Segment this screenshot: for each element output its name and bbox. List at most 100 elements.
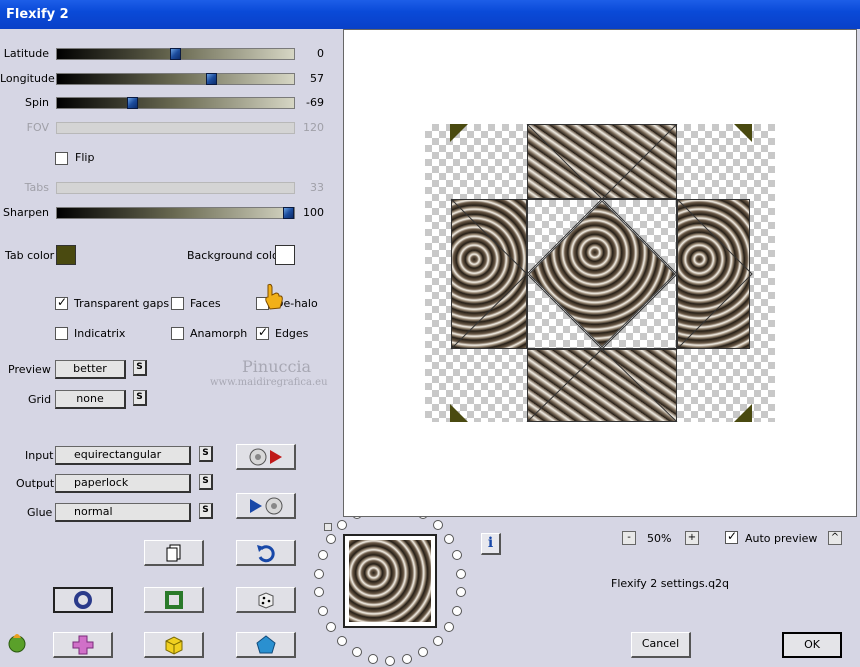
zoom-in-button[interactable]: +: [685, 531, 699, 545]
expand-button[interactable]: ^: [828, 531, 842, 545]
tab-corner-bl: [450, 404, 468, 422]
preset-dot[interactable]: [337, 636, 347, 646]
slider-label-fov: FOV: [26, 121, 49, 134]
preset-dot[interactable]: [318, 550, 328, 560]
indicatrix-checkbox[interactable]: [55, 327, 68, 340]
preset-dot[interactable]: [368, 654, 378, 664]
cross-mode-button[interactable]: [53, 632, 113, 658]
preset-dot[interactable]: [456, 569, 466, 579]
title-bar: Flexify 2: [0, 0, 860, 29]
preset-dot[interactable]: [444, 534, 454, 544]
flip-checkbox[interactable]: [55, 152, 68, 165]
preset-dot[interactable]: [452, 606, 462, 616]
background-color-swatch[interactable]: [275, 245, 295, 265]
pentagon-mode-button[interactable]: [236, 632, 296, 658]
wheel-handle[interactable]: [324, 523, 332, 531]
output-select[interactable]: paperlock: [55, 474, 191, 493]
sphere-mode-button[interactable]: [53, 587, 113, 613]
slider-tabs: [56, 182, 295, 194]
slider-thumb-longitude[interactable]: [206, 73, 217, 85]
grid-select[interactable]: none: [55, 390, 126, 409]
indicatrix-label: Indicatrix: [74, 327, 126, 340]
slider-value-tabs: 33: [310, 181, 324, 194]
tab-corner-tl: [450, 124, 468, 142]
save-preset-button[interactable]: [236, 493, 296, 519]
cross-icon: [72, 635, 93, 654]
slider-label-spin: Spin: [25, 96, 49, 109]
frame-mode-button[interactable]: [144, 587, 204, 613]
preset-dot[interactable]: [326, 534, 336, 544]
ok-button[interactable]: OK: [782, 632, 842, 658]
slider-thumb-sharpen[interactable]: [283, 207, 294, 219]
preset-dot[interactable]: [456, 587, 466, 597]
slider-longitude[interactable]: [56, 73, 295, 85]
cube-mode-button[interactable]: [144, 632, 204, 658]
preset-dot[interactable]: [314, 569, 324, 579]
watermark-name: Pinuccia: [242, 357, 312, 376]
plugin-logo-icon: [8, 634, 26, 653]
input-select[interactable]: equirectangular: [55, 446, 191, 465]
cancel-button[interactable]: Cancel: [631, 632, 691, 658]
preset-dot[interactable]: [402, 654, 412, 664]
input-s-button[interactable]: S: [199, 446, 213, 462]
preset-thumbnail[interactable]: [343, 534, 437, 628]
preset-dot[interactable]: [433, 636, 443, 646]
transparent-gaps-checkbox[interactable]: [55, 295, 68, 310]
preset-dot[interactable]: [444, 622, 454, 632]
preset-dot[interactable]: [318, 606, 328, 616]
load-preset-button[interactable]: [236, 444, 296, 470]
slider-thumb-spin[interactable]: [127, 97, 138, 109]
ring-icon: [74, 591, 92, 609]
zoom-out-button[interactable]: -: [622, 531, 636, 545]
preset-dot[interactable]: [352, 647, 362, 657]
preview-select[interactable]: better: [55, 360, 126, 379]
preview-canvas[interactable]: [343, 29, 857, 517]
square-frame-icon: [164, 590, 183, 609]
glue-select[interactable]: normal: [55, 503, 191, 522]
preset-dot[interactable]: [418, 647, 428, 657]
slider-label-latitude: Latitude: [3, 47, 49, 60]
slider-thumb-latitude[interactable]: [170, 48, 181, 60]
transparent-gaps-label: Transparent gaps: [74, 297, 170, 310]
flip-label: Flip: [75, 151, 95, 164]
tab-color-label: Tab color: [5, 249, 55, 262]
faces-checkbox[interactable]: [171, 297, 184, 310]
preview-s-button[interactable]: S: [133, 360, 147, 376]
undo-button[interactable]: [236, 540, 296, 566]
edges-label: Edges: [275, 327, 309, 340]
anamorph-checkbox[interactable]: [171, 327, 184, 340]
glue-label: Glue: [27, 506, 53, 519]
glue-s-button[interactable]: S: [199, 503, 213, 519]
anamorph-label: Anamorph: [190, 327, 248, 340]
preset-dot[interactable]: [385, 656, 395, 666]
hand-pointer-icon: [265, 283, 283, 310]
randomize-button[interactable]: [236, 587, 296, 613]
output-s-button[interactable]: S: [199, 474, 213, 490]
copy-button[interactable]: [144, 540, 204, 566]
slider-value-longitude: 57: [310, 72, 324, 85]
thumbnail-image: [349, 540, 431, 622]
zoom-value: 50%: [647, 532, 672, 545]
preset-dot[interactable]: [452, 550, 462, 560]
slider-latitude[interactable]: [56, 48, 295, 60]
preset-dot[interactable]: [314, 587, 324, 597]
grid-s-button[interactable]: S: [133, 390, 147, 406]
tab-corner-br: [734, 404, 752, 422]
faces-label: Faces: [190, 297, 221, 310]
preset-dot[interactable]: [433, 520, 443, 530]
window-title: Flexify 2: [6, 7, 69, 22]
auto-preview-label: Auto preview: [745, 532, 818, 545]
slider-spin[interactable]: [56, 97, 295, 109]
preset-dot[interactable]: [326, 622, 336, 632]
slider-sharpen[interactable]: [56, 207, 295, 219]
auto-preview-checkbox[interactable]: [725, 529, 738, 544]
edges-checkbox[interactable]: [256, 325, 269, 340]
output-label: Output: [16, 477, 55, 490]
preview-label: Preview: [8, 363, 51, 376]
dice-icon: [258, 591, 273, 609]
slider-value-fov: 120: [303, 121, 324, 134]
info-button[interactable]: i: [481, 533, 501, 555]
preset-dot[interactable]: [337, 520, 347, 530]
tab-color-swatch[interactable]: [56, 245, 76, 265]
tab-corner-tr: [734, 124, 752, 142]
